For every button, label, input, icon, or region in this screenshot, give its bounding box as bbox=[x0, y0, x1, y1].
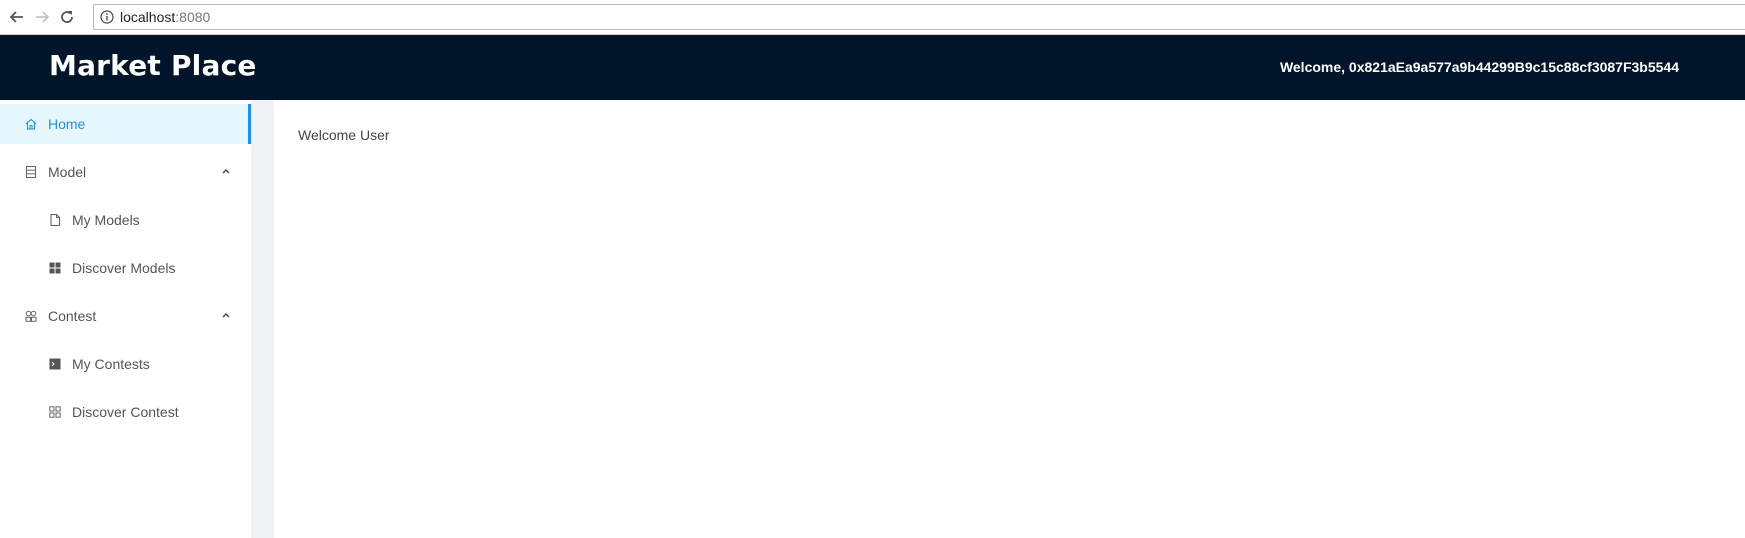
url-port: :8080 bbox=[175, 9, 211, 25]
sidebar-menu: Home Model My Models Discover Models Con… bbox=[0, 100, 251, 538]
welcome-user-text: Welcome, 0x821aEa9a577a9b44299B9c15c88cf… bbox=[1279, 59, 1679, 75]
reload-icon bbox=[61, 11, 73, 23]
database-icon bbox=[24, 165, 38, 179]
sidebar-item-discover-contest[interactable]: Discover Contest bbox=[0, 392, 251, 432]
app-header: Market Place Welcome, 0x821aEa9a577a9b44… bbox=[0, 35, 1745, 100]
grid-icon bbox=[48, 405, 62, 419]
layout-divider bbox=[251, 100, 274, 538]
team-icon bbox=[24, 309, 38, 323]
arrow-left-icon bbox=[9, 11, 23, 23]
chevron-up-icon bbox=[222, 169, 230, 174]
back-button[interactable] bbox=[6, 6, 28, 28]
sidebar-item-discover-models[interactable]: Discover Models bbox=[0, 248, 251, 288]
sidebar-submenu-contest[interactable]: Contest bbox=[0, 296, 251, 336]
chevron-up-icon bbox=[222, 313, 230, 318]
browser-toolbar: localhost:8080 bbox=[0, 0, 1745, 35]
welcome-message: Welcome User bbox=[298, 127, 390, 143]
forward-button[interactable] bbox=[31, 6, 53, 28]
main-content: Welcome User bbox=[274, 100, 1745, 538]
url-host: localhost bbox=[120, 9, 176, 25]
sidebar-item-label: Discover Contest bbox=[72, 404, 179, 420]
file-icon bbox=[48, 213, 62, 227]
sidebar-item-my-contests[interactable]: My Contests bbox=[0, 344, 251, 384]
address-bar[interactable]: localhost:8080 bbox=[93, 4, 1745, 30]
sidebar-item-label: My Contests bbox=[72, 356, 150, 372]
sidebar-submenu-model[interactable]: Model bbox=[0, 152, 251, 192]
sidebar-item-label: My Models bbox=[72, 212, 140, 228]
info-icon[interactable] bbox=[100, 10, 114, 24]
home-icon bbox=[24, 117, 38, 131]
brand-title[interactable]: Market Place bbox=[49, 49, 257, 82]
appstore-icon bbox=[48, 261, 62, 275]
sidebar-item-label: Home bbox=[48, 116, 86, 132]
sidebar-item-label: Discover Models bbox=[72, 260, 176, 276]
code-icon bbox=[48, 357, 62, 371]
sidebar-item-home[interactable]: Home bbox=[0, 104, 251, 144]
sidebar-item-my-models[interactable]: My Models bbox=[0, 200, 251, 240]
reload-button[interactable] bbox=[56, 6, 78, 28]
sidebar-item-label: Contest bbox=[48, 308, 97, 324]
sidebar-item-label: Model bbox=[48, 164, 87, 180]
arrow-right-icon bbox=[36, 11, 50, 23]
